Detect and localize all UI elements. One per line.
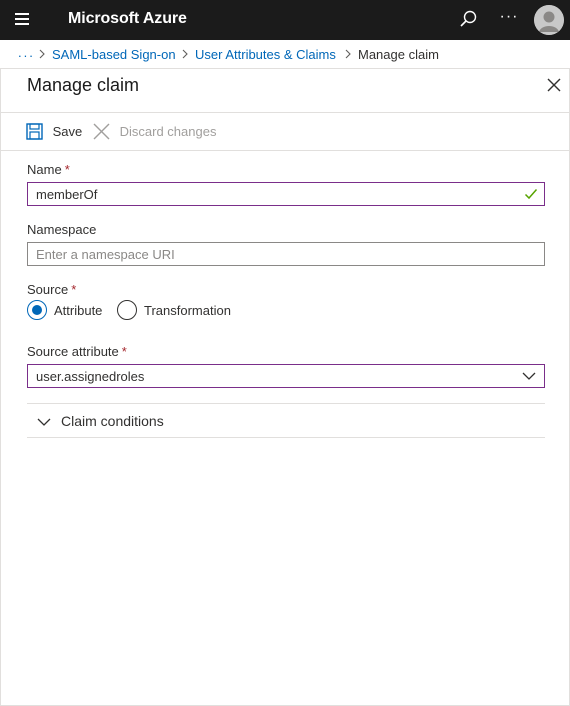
save-floppy-icon bbox=[26, 123, 43, 140]
source-attribute-dropdown[interactable]: user.assignedroles bbox=[27, 364, 545, 388]
top-bar: Microsoft Azure ··· bbox=[0, 0, 570, 40]
breadcrumb-manage-claim: Manage claim bbox=[358, 47, 439, 62]
namespace-field[interactable]: Enter a namespace URI bbox=[27, 242, 545, 266]
discard-label: Discard changes bbox=[119, 124, 217, 140]
namespace-placeholder: Enter a namespace URI bbox=[36, 247, 175, 262]
source-transformation-label[interactable]: Transformation bbox=[144, 303, 231, 318]
discard-changes-button[interactable]: Discard changes bbox=[93, 123, 216, 140]
breadcrumb-user-attributes-claims[interactable]: User Attributes & Claims bbox=[195, 47, 336, 62]
divider bbox=[1, 150, 569, 151]
source-attribute-label[interactable]: Attribute bbox=[54, 303, 102, 318]
checkmark-icon bbox=[524, 189, 538, 200]
name-field[interactable]: memberOf bbox=[27, 182, 545, 206]
divider bbox=[27, 437, 545, 438]
name-label: Name * bbox=[27, 162, 70, 177]
divider bbox=[27, 403, 545, 404]
breadcrumb-saml-sign-on[interactable]: SAML-based Sign-on bbox=[52, 47, 176, 62]
save-label: Save bbox=[52, 124, 83, 140]
divider bbox=[1, 112, 569, 113]
source-attribute-value: user.assignedroles bbox=[36, 369, 145, 384]
more-icon[interactable]: ··· bbox=[496, 8, 522, 30]
hamburger-icon[interactable] bbox=[14, 12, 34, 28]
source-label: Source * bbox=[27, 282, 77, 297]
chevron-down-icon bbox=[37, 418, 51, 426]
user-avatar-icon[interactable] bbox=[534, 5, 564, 35]
chevron-down-icon bbox=[522, 372, 536, 380]
required-marker: * bbox=[64, 162, 70, 177]
chevron-right-icon bbox=[345, 49, 351, 59]
claim-conditions-label: Claim conditions bbox=[61, 413, 164, 429]
breadcrumb-ellipsis[interactable]: ... bbox=[18, 45, 35, 60]
search-icon[interactable] bbox=[457, 9, 479, 31]
app-title[interactable]: Microsoft Azure bbox=[68, 10, 187, 28]
discard-x-icon bbox=[93, 123, 110, 140]
name-value: memberOf bbox=[36, 187, 98, 202]
save-button[interactable]: Save bbox=[26, 123, 82, 140]
namespace-label: Namespace bbox=[27, 222, 97, 237]
required-marker: * bbox=[71, 282, 77, 297]
page-title: Manage claim bbox=[27, 75, 140, 95]
chevron-right-icon bbox=[182, 49, 188, 59]
claim-conditions-section[interactable]: Claim conditions bbox=[27, 405, 545, 437]
chevron-right-icon bbox=[39, 49, 45, 59]
breadcrumb: ... SAML-based Sign-on User Attributes &… bbox=[0, 40, 570, 68]
close-icon[interactable] bbox=[545, 76, 563, 94]
source-transformation-radio[interactable] bbox=[117, 300, 137, 320]
required-marker: * bbox=[121, 344, 127, 359]
manage-claim-blade: Manage claim Save Discard changes Name * … bbox=[0, 68, 570, 706]
source-attribute-radio[interactable] bbox=[27, 300, 47, 320]
source-attribute-field-label: Source attribute * bbox=[27, 344, 127, 359]
